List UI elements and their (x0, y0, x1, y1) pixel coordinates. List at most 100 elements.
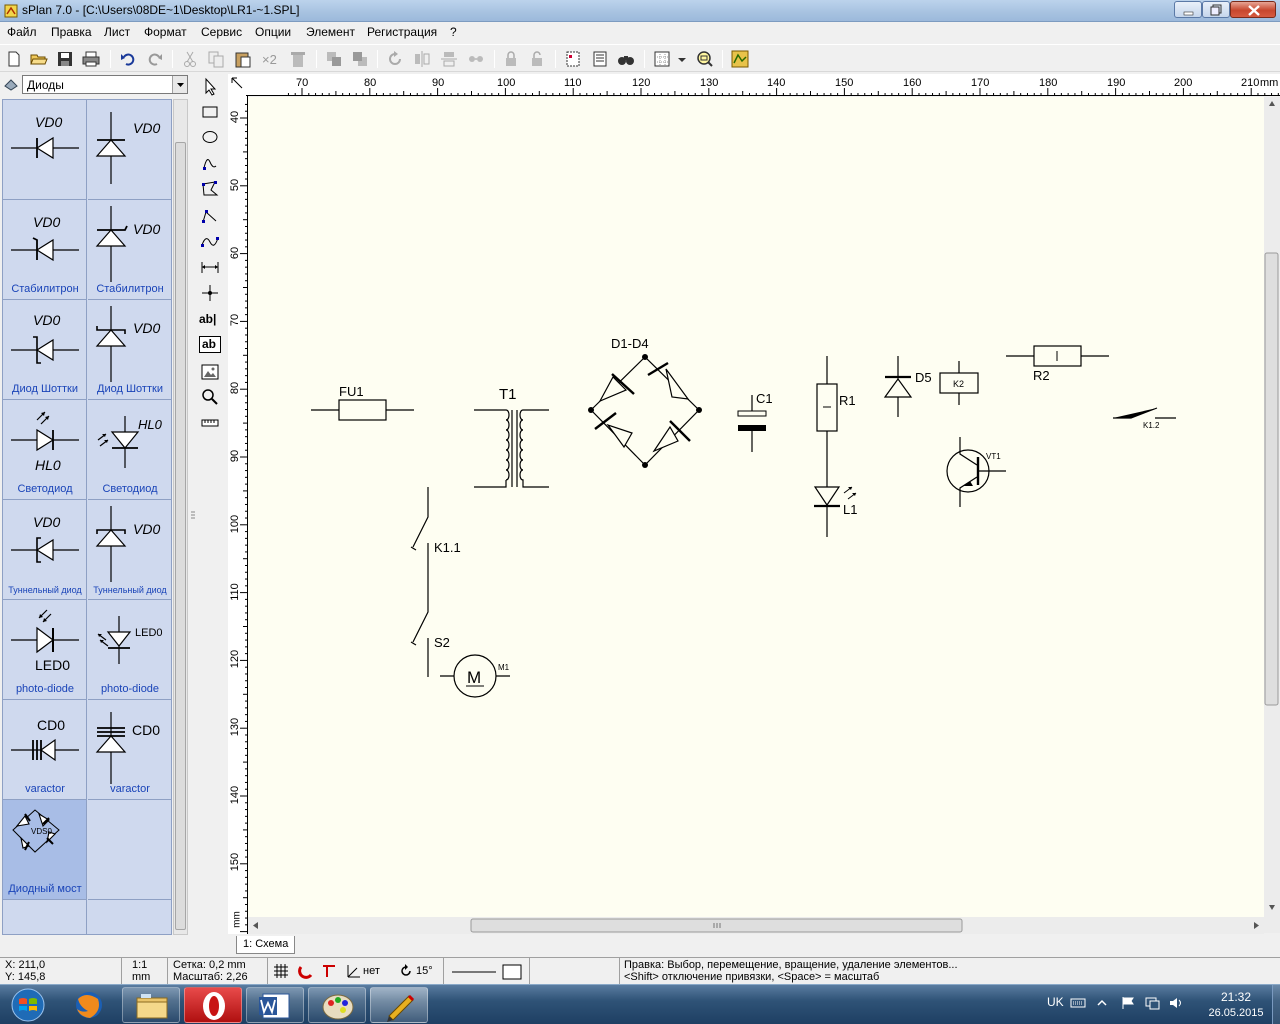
resistor-r2[interactable]: R2 (1006, 345, 1109, 383)
library-item-led-h[interactable]: HL0 Светодиод (3, 400, 87, 500)
send-back-icon[interactable] (350, 49, 370, 69)
chevron-down-icon[interactable] (676, 49, 688, 69)
library-book-icon[interactable] (3, 76, 19, 92)
tab-sheet-1[interactable]: 1: Схема (236, 936, 296, 954)
volume-icon[interactable] (1168, 995, 1184, 1011)
dimension-icon[interactable] (199, 256, 221, 278)
library-item-varactor-h[interactable]: CD0 varactor (3, 700, 87, 800)
library-scrollbar[interactable] (173, 99, 188, 935)
zoom-icon[interactable] (694, 49, 714, 69)
duplicate-x2-icon[interactable]: ×2 (262, 52, 282, 72)
clock-time[interactable]: 21:32 (1206, 990, 1266, 1004)
taskbar-app-word[interactable] (246, 987, 304, 1023)
transistor-vt1[interactable]: VT1 (946, 437, 1006, 507)
taskbar-app-opera[interactable] (184, 987, 242, 1023)
rotate-icon[interactable] (385, 49, 405, 69)
contact-k1-2[interactable]: K1.2 (1113, 407, 1176, 430)
diode-d5[interactable]: D5 (883, 356, 932, 417)
bring-front-icon[interactable] (324, 49, 344, 69)
parts-list-icon[interactable] (590, 49, 610, 69)
save-icon[interactable] (55, 49, 75, 69)
magnifier-icon[interactable] (199, 386, 221, 408)
page-icon[interactable] (563, 49, 583, 69)
motor-m1[interactable]: M M1 (440, 654, 510, 698)
menu-element[interactable]: Элемент (306, 25, 355, 39)
library-item-photodiode-h[interactable]: LED0 photo-diode (3, 600, 87, 700)
taskbar-app-paint[interactable] (308, 987, 366, 1023)
library-scrollbar-thumb[interactable] (175, 142, 186, 930)
canvas-horizontal-scrollbar[interactable] (248, 917, 1264, 934)
menu-sheet[interactable]: Лист (104, 25, 130, 39)
measure-icon[interactable] (199, 412, 221, 434)
polyline-icon[interactable] (199, 204, 221, 226)
menu-service[interactable]: Сервис (201, 25, 242, 39)
canvas-vertical-scrollbar[interactable] (1264, 97, 1280, 933)
taskbar-app-firefox[interactable] (60, 987, 118, 1023)
open-folder-icon[interactable] (29, 49, 49, 69)
grid-icon[interactable] (652, 49, 672, 69)
pointer-icon[interactable] (199, 76, 221, 98)
magnet-icon[interactable] (298, 963, 314, 979)
library-item-diode-h[interactable]: VD0 (3, 100, 87, 200)
text-box-tool-icon[interactable]: ab (199, 336, 221, 353)
menu-file[interactable]: Файл (7, 25, 37, 39)
library-item-schottky-v[interactable]: VD0 Диод Шоттки (88, 300, 171, 400)
copy-icon[interactable] (206, 49, 226, 69)
maximize-button[interactable] (1202, 1, 1230, 18)
library-item-tunnel-v[interactable]: VD0 Туннельный диод (88, 500, 171, 600)
library-item-photodiode-v[interactable]: LED0 photo-diode (88, 600, 171, 700)
arc-icon[interactable] (199, 152, 221, 174)
unlock-icon[interactable] (527, 49, 547, 69)
wire-snap-icon[interactable] (321, 963, 337, 979)
mirror-h-icon[interactable] (412, 49, 432, 69)
menu-format[interactable]: Формат (144, 25, 187, 39)
ellipse-icon[interactable] (199, 126, 221, 148)
library-item-diode-v[interactable]: VD0 (88, 100, 171, 200)
keyboard-language[interactable]: UK (1047, 995, 1064, 1009)
relay-coil-k2[interactable]: K2 (939, 361, 979, 405)
contact-k1-1[interactable]: K1.1 (410, 487, 461, 582)
library-item-zener-v[interactable]: VD0 Стабилитрон (88, 200, 171, 300)
rotation-step-icon[interactable] (398, 963, 414, 979)
rectangle-icon[interactable] (199, 101, 221, 123)
library-select[interactable]: Диоды (22, 75, 188, 94)
lock-icon[interactable] (501, 49, 521, 69)
chevron-up-icon[interactable] (1096, 997, 1108, 1009)
show-desktop-button[interactable] (1272, 985, 1280, 1024)
taskbar-app-explorer[interactable] (122, 987, 180, 1023)
network-icon[interactable] (1144, 995, 1160, 1011)
status-line-style[interactable] (444, 958, 530, 984)
library-item-varactor-v[interactable]: CD0 varactor (88, 700, 171, 800)
drawing-canvas[interactable]: FU1 T1 D1-D4 C1 R1 L1 D5 K2 R2 K1.2 VT1 … (248, 97, 1264, 917)
paste-icon[interactable] (233, 49, 253, 69)
cut-icon[interactable] (180, 49, 200, 69)
switch-s2[interactable]: S2 (410, 582, 450, 677)
chevron-down-icon[interactable] (172, 76, 187, 93)
library-item-zener-h[interactable]: VD0 Стабилитрон (3, 200, 87, 300)
transformer-t1[interactable]: T1 (474, 386, 549, 488)
sheet-icon[interactable] (730, 49, 750, 69)
library-item-schottky-h[interactable]: VD0 Диод Шоттки (3, 300, 87, 400)
clock-date[interactable]: 26.05.2015 (1200, 1007, 1272, 1019)
image-icon[interactable] (199, 361, 221, 383)
status-snap-value[interactable]: нет (363, 965, 380, 977)
fuse-fu1[interactable]: FU1 (311, 384, 414, 421)
action-center-flag-icon[interactable] (1120, 995, 1136, 1011)
group-icon[interactable] (466, 49, 486, 69)
keyboard-icon[interactable] (1070, 997, 1086, 1009)
text-tool-icon[interactable]: ab| (199, 312, 221, 334)
windows-start-icon[interactable] (4, 987, 52, 1023)
angle-snap-icon[interactable] (346, 963, 362, 979)
mirror-v-icon[interactable] (439, 49, 459, 69)
grid-snap-icon[interactable] (273, 963, 289, 979)
menu-edit[interactable]: Правка (51, 25, 92, 39)
status-angle-value[interactable]: 15° (416, 965, 433, 977)
print-icon[interactable] (81, 49, 101, 69)
delete-icon[interactable] (288, 49, 308, 69)
redo-icon[interactable] (145, 49, 165, 69)
taskbar-app-splan[interactable] (370, 987, 428, 1023)
close-button[interactable] (1230, 1, 1276, 18)
menu-options[interactable]: Опции (255, 25, 291, 39)
diode-bridge-d1-d4[interactable]: D1-D4 (588, 336, 702, 468)
led-l1[interactable]: L1 (813, 486, 857, 537)
